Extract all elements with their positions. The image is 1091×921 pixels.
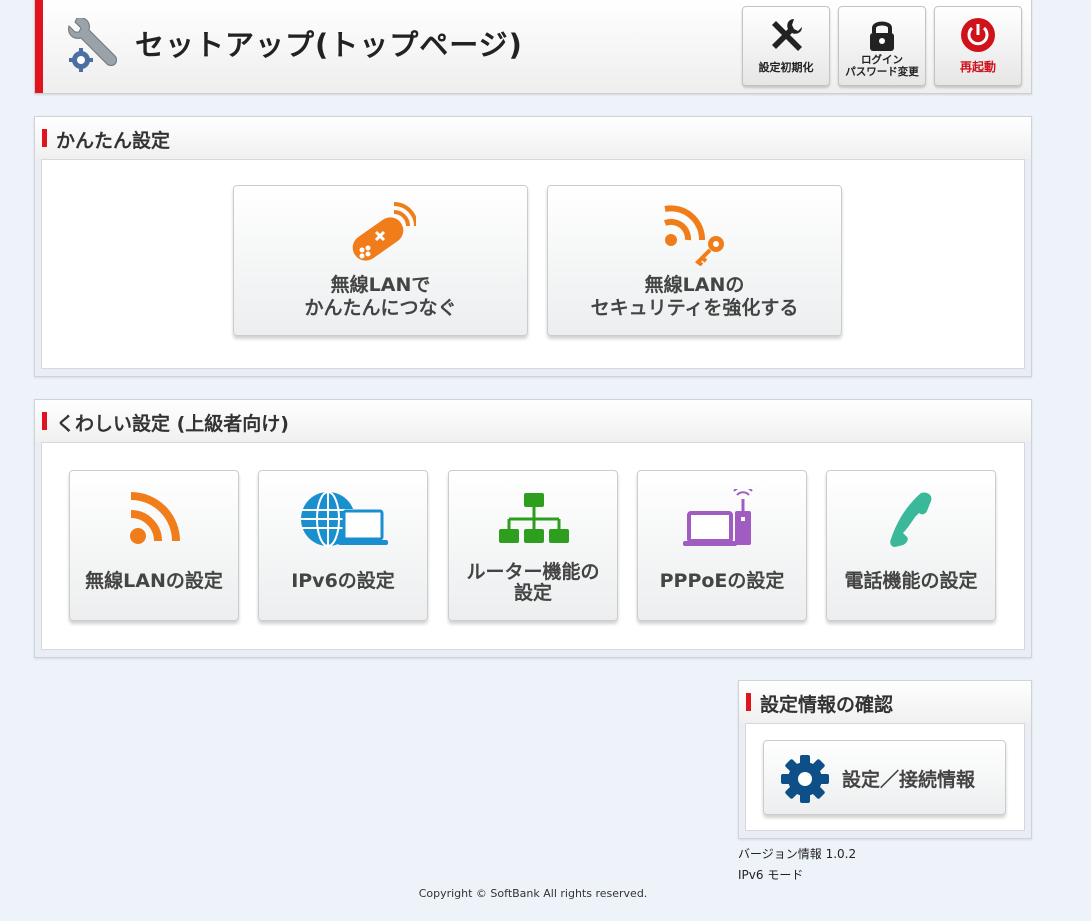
connection-info-button[interactable]: 設定／接続情報 <box>763 740 1006 815</box>
easy-setup-panel: かんたん設定 <box>34 116 1032 377</box>
reset-settings-button[interactable]: 設定初期化 <box>742 6 830 86</box>
phone-icon <box>890 492 932 547</box>
globe-laptop-icon <box>301 491 388 547</box>
advanced-setup-title: くわしい設定 (上級者向け) <box>56 413 289 435</box>
easy-setup-content <box>41 159 1025 369</box>
wifi-security-line2: セキュリティを強化する <box>590 297 799 319</box>
settings-info-title: 設定情報の確認 <box>760 694 894 716</box>
router-settings-button[interactable]: ルーター機能の 設定 <box>448 470 618 621</box>
advanced-setup-header: くわしい設定 (上級者向け) <box>35 400 1031 442</box>
wifi-icon <box>130 492 180 544</box>
section-marker <box>42 129 47 147</box>
wifi-security-button[interactable]: 無線LANの セキュリティを強化する <box>547 185 842 336</box>
router-settings-line1: ルーター機能の <box>466 561 600 583</box>
phone-settings-button[interactable]: 電話機能の設定 <box>826 470 996 621</box>
remote-wifi-icon <box>352 202 416 261</box>
reset-settings-label: 設定初期化 <box>758 61 814 74</box>
tools-icon <box>772 19 802 51</box>
router-settings-line2: 設定 <box>513 582 552 604</box>
login-label-line1: ログイン <box>861 54 903 66</box>
easy-wifi-connect-line1: 無線LANで <box>330 274 431 296</box>
easy-setup-title: かんたん設定 <box>56 130 171 152</box>
reboot-button[interactable]: 再起動 <box>934 6 1022 86</box>
version-info: バージョン情報 1.0.2 <box>738 847 857 861</box>
easy-wifi-connect-line2: かんたんにつなぐ <box>304 297 457 319</box>
section-marker <box>42 412 47 430</box>
header-accent-bar <box>35 0 43 93</box>
settings-info-header: 設定情報の確認 <box>739 681 1031 723</box>
setup-wrench-icon <box>68 18 117 72</box>
section-marker <box>746 693 751 711</box>
lock-icon <box>870 21 894 51</box>
connection-info-label: 設定／接続情報 <box>842 769 976 791</box>
ipv6-mode-info: IPv6 モード <box>738 868 804 882</box>
login-label-line2: パスワード変更 <box>845 66 919 78</box>
wifi-settings-button[interactable]: 無線LANの設定 <box>69 470 239 621</box>
login-password-label: ログイン パスワード変更 <box>839 54 925 78</box>
easy-wifi-connect-button[interactable]: 無線LANで かんたんにつなぐ <box>233 185 528 336</box>
easy-setup-header: かんたん設定 <box>35 117 1031 159</box>
copyright-text: Copyright © SoftBank All rights reserved… <box>418 887 648 900</box>
gear-icon <box>781 755 829 803</box>
easy-wifi-connect-label: 無線LANで かんたんにつなぐ <box>234 274 527 320</box>
wifi-settings-label: 無線LANの設定 <box>85 570 223 592</box>
phone-settings-label: 電話機能の設定 <box>844 570 978 592</box>
wifi-security-line1: 無線LANの <box>644 274 745 296</box>
network-tree-icon <box>499 493 569 543</box>
reboot-label: 再起動 <box>959 60 996 74</box>
wifi-security-label: 無線LANの セキュリティを強化する <box>548 274 841 320</box>
pppoe-settings-button[interactable]: PPPoEの設定 <box>637 470 807 621</box>
power-icon <box>961 18 995 52</box>
wifi-key-icon <box>663 205 724 266</box>
page-header: セットアップ(トップページ) 設定初期化 ログイン パスワード変更 再起動 <box>34 0 1032 94</box>
ipv6-settings-label: IPv6の設定 <box>291 570 395 592</box>
login-password-change-button[interactable]: ログイン パスワード変更 <box>838 6 926 86</box>
laptop-router-icon <box>683 489 753 546</box>
ipv6-settings-button[interactable]: IPv6の設定 <box>258 470 428 621</box>
page-title: セットアップ(トップページ) <box>135 28 523 62</box>
pppoe-settings-label: PPPoEの設定 <box>659 570 785 592</box>
router-settings-label: ルーター機能の 設定 <box>449 562 617 604</box>
